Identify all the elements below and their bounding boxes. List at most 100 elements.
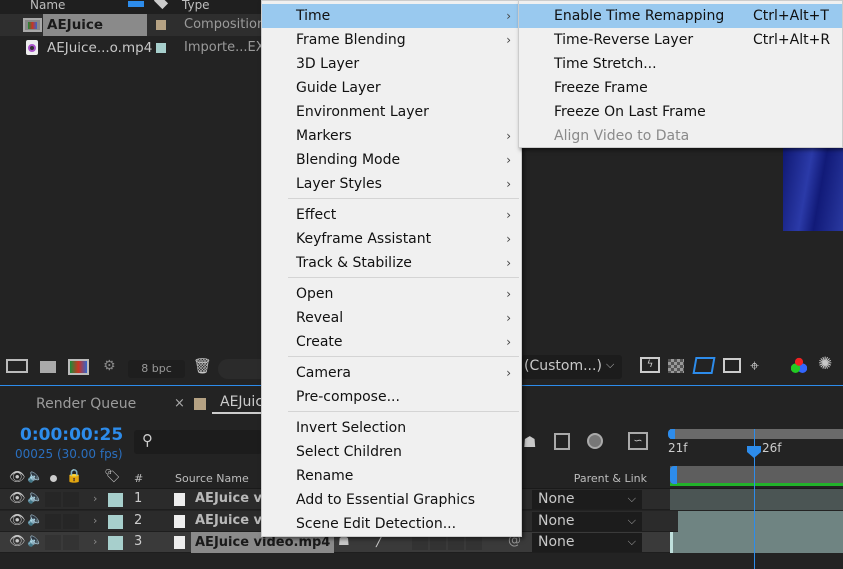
eye-icon[interactable]: 👁 [9, 470, 26, 485]
audio-icon[interactable]: 🔈 [27, 490, 43, 505]
layer-duration-bar[interactable] [670, 532, 843, 553]
menu-item-markers[interactable]: Markers › [262, 124, 521, 148]
new-folder-icon[interactable] [40, 361, 56, 373]
frame-blend-switch[interactable] [430, 535, 446, 550]
label-color-swatch[interactable] [108, 493, 123, 507]
menu-item-time-reverse-layer[interactable]: Time-Reverse Layer Ctrl+Alt+R [519, 28, 842, 52]
expand-chevron-icon[interactable]: › [93, 492, 97, 505]
solo-toggle[interactable] [45, 492, 61, 507]
column-parent[interactable]: Parent & Link [574, 472, 647, 485]
expand-chevron-icon[interactable]: › [93, 514, 97, 527]
menu-item-frame-blending[interactable]: Frame Blending › [262, 28, 521, 52]
grid-guides-icon[interactable]: ⌖ [750, 356, 759, 376]
audio-icon[interactable]: 🔈 [27, 469, 43, 484]
menu-item-blending-mode[interactable]: Blending Mode › [262, 148, 521, 172]
menu-item-add-to-essential-graphics[interactable]: Add to Essential Graphics [262, 488, 521, 512]
transparency-grid-icon[interactable] [668, 359, 684, 373]
eye-icon[interactable]: 👁 [9, 534, 26, 549]
effect-switch[interactable] [412, 535, 428, 550]
work-area-bar[interactable] [668, 429, 843, 439]
chevron-down-icon: ⌵ [606, 358, 615, 371]
footage-icon [174, 515, 185, 528]
render-settings-icon[interactable]: ⚙ [103, 358, 116, 374]
menu-item-camera[interactable]: Camera › [262, 361, 521, 385]
tab-composition[interactable]: AEJuice video [212, 394, 262, 414]
audio-icon[interactable]: 🔈 [27, 533, 43, 548]
menu-label: Time [296, 8, 331, 24]
menu-separator [288, 277, 519, 278]
submenu-arrow-icon: › [506, 311, 511, 325]
eye-icon[interactable]: 👁 [9, 491, 26, 506]
menu-item-3d-layer[interactable]: 3D Layer [262, 52, 521, 76]
menu-item-select-children[interactable]: Select Children [262, 440, 521, 464]
menu-item-guide-layer[interactable]: Guide Layer [262, 76, 521, 100]
menu-item-time-stretch[interactable]: Time Stretch... [519, 52, 842, 76]
menu-item-time[interactable]: Time › [262, 4, 521, 28]
layer-duration-bar[interactable] [678, 511, 843, 532]
lock-icon[interactable]: 🔒 [66, 469, 82, 484]
menu-item-effect[interactable]: Effect › [262, 203, 521, 227]
resolution-dropdown[interactable]: (Custom...) ⌵ [522, 355, 622, 379]
solo-icon[interactable] [50, 475, 57, 482]
motion-blur-switch[interactable] [448, 535, 464, 550]
channel-icon[interactable] [791, 357, 807, 373]
mask-visibility-icon[interactable] [692, 357, 716, 374]
bpc-button[interactable]: 8 bpc [128, 360, 185, 378]
new-composition-icon[interactable] [68, 359, 89, 375]
menu-item-keyframe-assistant[interactable]: Keyframe Assistant › [262, 227, 521, 251]
label-color-swatch[interactable] [108, 515, 123, 529]
graph-editor-icon[interactable]: ∽ [628, 432, 648, 450]
eye-icon[interactable]: 👁 [9, 513, 26, 528]
parent-dropdown[interactable]: None ⌵ [532, 512, 642, 531]
parent-dropdown[interactable]: None ⌵ [532, 490, 642, 509]
draft-3d-icon[interactable]: ☗ [523, 433, 536, 451]
menu-label: Rename [296, 468, 354, 484]
item-type: Composition [184, 17, 266, 32]
region-of-interest-icon[interactable] [723, 358, 741, 373]
layer-search-input[interactable]: ⚲ [134, 430, 262, 454]
menu-item-open[interactable]: Open › [262, 282, 521, 306]
fast-previews-icon[interactable]: ϟ [640, 357, 660, 373]
menu-item-enable-time-remapping[interactable]: Enable Time Remapping Ctrl+Alt+T [519, 4, 842, 28]
menu-item-scene-edit-detection[interactable]: Scene Edit Detection... [262, 512, 521, 536]
column-name[interactable]: Name [30, 0, 65, 13]
lock-toggle[interactable] [63, 514, 79, 529]
frame-blending-icon[interactable] [554, 433, 570, 450]
footage-icon [174, 536, 185, 549]
menu-item-rename[interactable]: Rename [262, 464, 521, 488]
column-source-name[interactable]: Source Name [175, 472, 249, 485]
menu-item-reveal[interactable]: Reveal › [262, 306, 521, 330]
current-time[interactable]: 0:00:00:25 [20, 425, 123, 445]
label-color-swatch[interactable] [156, 20, 166, 30]
label-tag-icon[interactable]: 🏷 [104, 469, 121, 484]
column-type[interactable]: Type [182, 0, 210, 13]
trash-icon[interactable]: 🗑 [193, 357, 212, 375]
exposure-icon[interactable]: ✺ [818, 354, 832, 374]
menu-item-track-stabilize[interactable]: Track & Stabilize › [262, 251, 521, 275]
label-color-swatch[interactable] [156, 43, 166, 53]
menu-item-layer-styles[interactable]: Layer Styles › [262, 172, 521, 196]
menu-item-environment-layer[interactable]: Environment Layer [262, 100, 521, 124]
menu-item-freeze-frame[interactable]: Freeze Frame [519, 76, 842, 100]
menu-item-create[interactable]: Create › [262, 330, 521, 354]
lock-toggle[interactable] [63, 535, 79, 550]
close-tab-icon[interactable]: × [174, 396, 185, 411]
parent-dropdown[interactable]: None ⌵ [532, 533, 642, 552]
audio-icon[interactable]: 🔈 [27, 512, 43, 527]
layer-duration-bar[interactable] [670, 489, 843, 510]
project-item[interactable]: AEJuice...o.mp4 Importe...EX [0, 37, 265, 59]
menu-item-pre-compose[interactable]: Pre-compose... [262, 385, 521, 409]
lock-toggle[interactable] [63, 492, 79, 507]
solo-toggle[interactable] [45, 535, 61, 550]
solo-toggle[interactable] [45, 514, 61, 529]
tab-render-queue[interactable]: Render Queue [36, 396, 136, 412]
menu-item-freeze-on-last-frame[interactable]: Freeze On Last Frame [519, 100, 842, 124]
label-color-swatch[interactable] [108, 536, 123, 550]
project-item[interactable]: AEJuice video Composition [0, 14, 266, 55]
tab-label: AEJuice video [220, 394, 262, 410]
menu-item-invert-selection[interactable]: Invert Selection [262, 416, 521, 440]
adjustment-switch[interactable] [466, 535, 482, 550]
expand-chevron-icon[interactable]: › [93, 535, 97, 548]
interpret-footage-icon[interactable] [6, 359, 28, 373]
motion-blur-icon[interactable] [587, 433, 603, 449]
